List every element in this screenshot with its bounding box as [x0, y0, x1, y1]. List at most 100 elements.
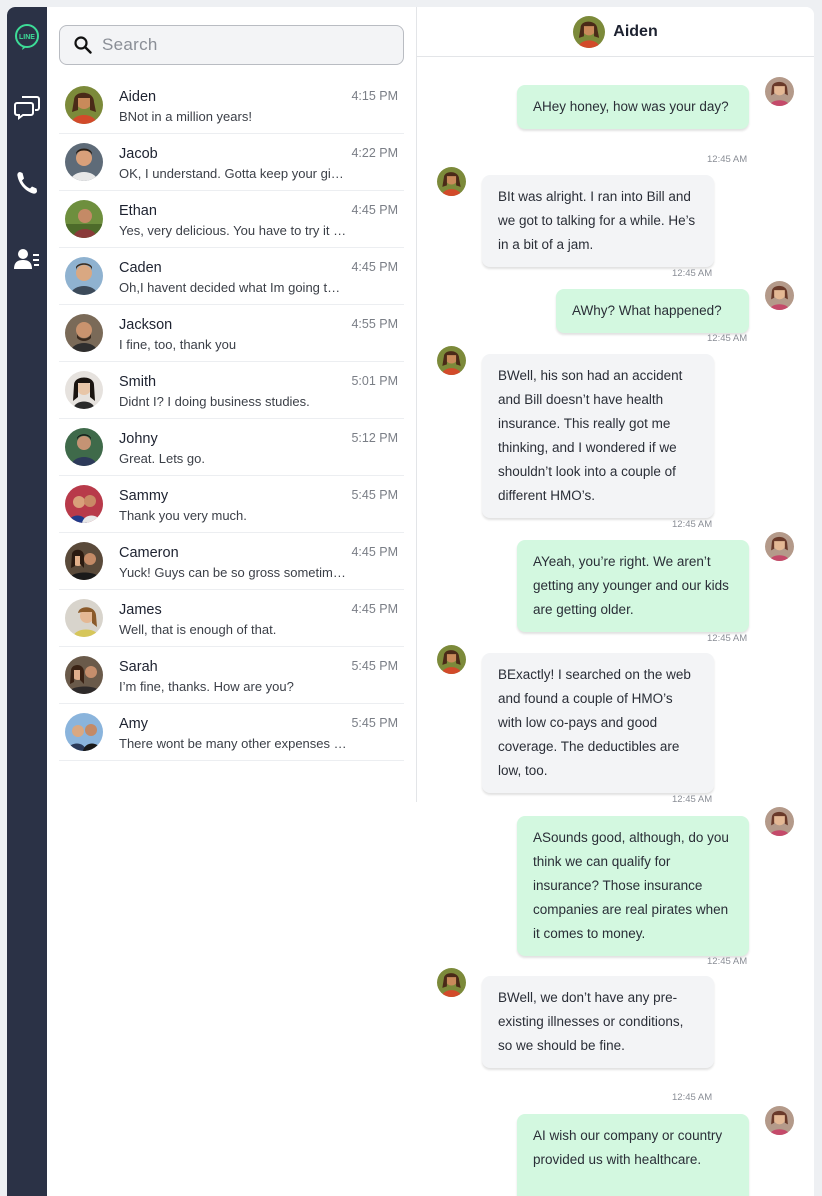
outgoing-message: AYeah, you’re right. We aren’t getting a… [517, 540, 749, 632]
message-preview: There wont be many other expenses though… [119, 736, 347, 751]
message-time: 5:01 PM [351, 374, 398, 388]
message-time: 5:45 PM [351, 716, 398, 730]
contact-name: Jacob [119, 146, 158, 162]
avatar [65, 200, 103, 238]
search-input[interactable] [102, 35, 382, 55]
avatar [437, 167, 466, 196]
message-time: 4:45 PM [351, 260, 398, 274]
contact-name: Jackson [119, 317, 173, 333]
chat-contact-name: Aiden [613, 22, 658, 40]
message-time: 5:12 PM [351, 431, 398, 445]
message-preview: I fine, too, thank you [119, 337, 237, 352]
avatar [65, 314, 103, 352]
avatar [765, 1106, 794, 1135]
message-timestamp: 12:45 AM [707, 154, 748, 165]
message-timestamp: 12:45 AM [672, 519, 713, 530]
message-timestamp: 12:45 AM [672, 268, 713, 279]
incoming-message: BIt was alright. I ran into Bill and we … [482, 175, 714, 267]
message-preview: Great. Lets go. [119, 451, 205, 466]
conversation-item[interactable]: Johny 5:12 PM Great. Lets go. [59, 419, 404, 476]
message-timestamp: 12:45 AM [707, 333, 748, 344]
avatar [765, 77, 794, 106]
contact-name: Sarah [119, 659, 158, 675]
message-preview: Yuck! Guys can be so gross sometimes. [119, 565, 347, 580]
contact-name: Smith [119, 374, 157, 390]
chat-icon[interactable] [11, 91, 43, 123]
chat-panel: Aiden AHey honey, how was your day? 12:4… [416, 7, 814, 1196]
message-time: 4:45 PM [351, 602, 398, 616]
message-timestamp: 12:45 AM [707, 956, 748, 967]
search-icon [74, 36, 92, 54]
contact-name: Johny [119, 431, 158, 447]
avatar [765, 281, 794, 310]
avatar [65, 599, 103, 637]
contact-name: James [119, 602, 162, 618]
message-time: 4:22 PM [351, 146, 398, 160]
phone-icon[interactable] [11, 167, 43, 199]
message-timestamp: 12:45 AM [707, 633, 748, 644]
avatar [65, 371, 103, 409]
message-preview: Oh,I havent decided what Im going to do … [119, 280, 347, 295]
conversation-panel: Aiden 4:15 PM BNot in a million years! J… [47, 7, 416, 1196]
contact-name: Ethan [119, 203, 157, 219]
conversation-item[interactable]: Cameron 4:45 PM Yuck! Guys can be so gro… [59, 533, 404, 590]
incoming-message: BWell, we don’t have any pre-existing il… [482, 976, 714, 1068]
avatar [437, 346, 466, 375]
line-logo-icon[interactable]: LINE [11, 21, 43, 53]
avatar [65, 656, 103, 694]
divider [416, 802, 417, 1196]
message-time: 5:45 PM [351, 659, 398, 673]
message-preview: BNot in a million years! [119, 109, 252, 124]
message-preview: Well, that is enough of that. [119, 622, 277, 637]
avatar [765, 807, 794, 836]
contact-name: Aiden [119, 89, 157, 105]
message-time: 4:45 PM [351, 203, 398, 217]
message-timestamp: 12:45 AM [672, 1092, 713, 1103]
message-preview: I’m fine, thanks. How are you? [119, 679, 294, 694]
message-preview: Didnt I? I doing business studies. [119, 394, 310, 409]
conversation-item[interactable]: Sarah 5:45 PM I’m fine, thanks. How are … [59, 647, 404, 704]
message-preview: Thank you very much. [119, 508, 247, 523]
conversation-item[interactable]: Caden 4:45 PM Oh,I havent decided what I… [59, 248, 404, 305]
avatar [65, 713, 103, 751]
nav-rail: LINE [7, 7, 47, 1196]
outgoing-message: AI wish our company or country provided … [517, 1114, 749, 1196]
contacts-icon[interactable] [11, 243, 43, 275]
conversation-list: Aiden 4:15 PM BNot in a million years! J… [59, 77, 404, 761]
contact-name: Amy [119, 716, 148, 732]
conversation-item[interactable]: Aiden 4:15 PM BNot in a million years! [59, 77, 404, 134]
avatar [65, 86, 103, 124]
avatar [65, 542, 103, 580]
outgoing-message: AWhy? What happened? [556, 289, 749, 333]
avatar [65, 257, 103, 295]
avatar [437, 645, 466, 674]
conversation-item[interactable]: Amy 5:45 PM There wont be many other exp… [59, 704, 404, 761]
message-timestamp: 12:45 AM [672, 794, 713, 805]
conversation-item[interactable]: James 4:45 PM Well, that is enough of th… [59, 590, 404, 647]
incoming-message: BWell, his son had an accident and Bill … [482, 354, 714, 518]
message-time: 4:45 PM [351, 545, 398, 559]
message-time: 5:45 PM [351, 488, 398, 502]
avatar [65, 485, 103, 523]
contact-name: Caden [119, 260, 162, 276]
avatar [437, 968, 466, 997]
conversation-item[interactable]: Sammy 5:45 PM Thank you very much. [59, 476, 404, 533]
avatar[interactable] [573, 15, 606, 48]
message-time: 4:15 PM [351, 89, 398, 103]
message-preview: Yes, very delicious. You have to try it … [119, 223, 347, 238]
avatar [65, 428, 103, 466]
outgoing-message: AHey honey, how was your day? [517, 85, 749, 129]
conversation-item[interactable]: Ethan 4:45 PM Yes, very delicious. You h… [59, 191, 404, 248]
incoming-message: BExactly! I searched on the web and foun… [482, 653, 714, 793]
search-box[interactable] [59, 25, 404, 65]
outgoing-message: ASounds good, although, do you think we … [517, 816, 749, 956]
message-time: 4:55 PM [351, 317, 398, 331]
message-preview: OK, I understand. Gotta keep your girl h… [119, 166, 347, 181]
conversation-item[interactable]: Jacob 4:22 PM OK, I understand. Gotta ke… [59, 134, 404, 191]
conversation-item[interactable]: Jackson 4:55 PM I fine, too, thank you [59, 305, 404, 362]
contact-name: Cameron [119, 545, 179, 561]
conversation-item[interactable]: Smith 5:01 PM Didnt I? I doing business … [59, 362, 404, 419]
contact-name: Sammy [119, 488, 169, 504]
avatar [765, 532, 794, 561]
line-logo-text: LINE [19, 34, 35, 41]
